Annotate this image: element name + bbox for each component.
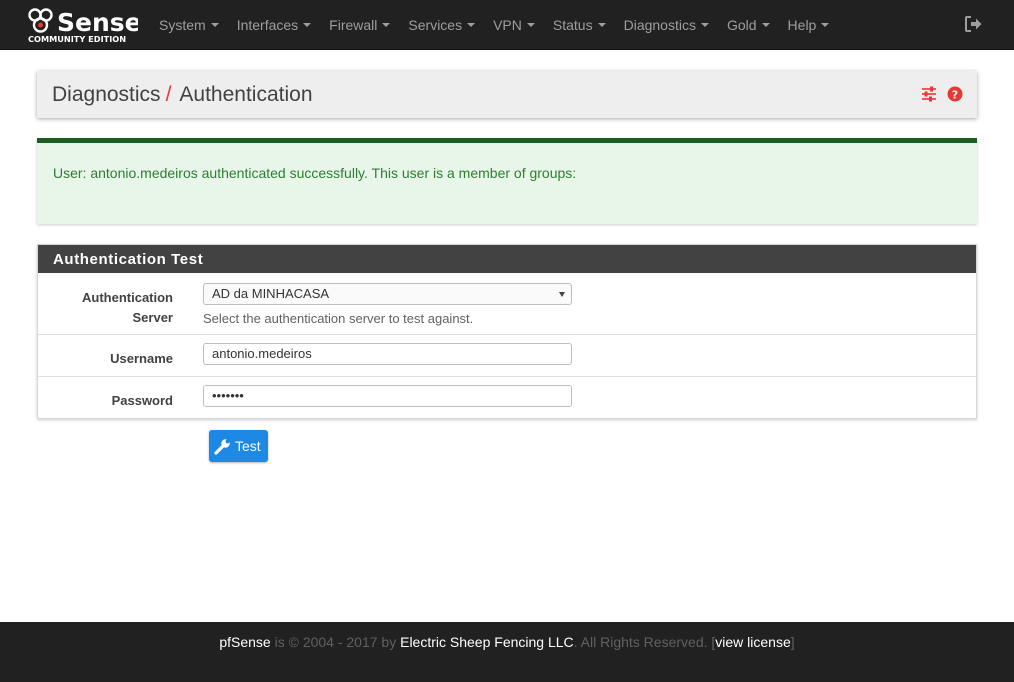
test-button[interactable]: Test: [209, 430, 268, 462]
alert-message: User: antonio.medeiros authenticated suc…: [53, 165, 577, 181]
menu-label: Gold: [726, 17, 757, 33]
caret-down-icon: [700, 23, 709, 27]
username-value: antonio.medeiros: [212, 346, 312, 361]
auth-server-select[interactable]: AD da MINHACASA: [203, 283, 572, 305]
menu-diagnostics[interactable]: Diagnostics: [615, 0, 718, 50]
footer: pfSense is © 2004 - 2017 by Electric She…: [0, 622, 1014, 682]
menu-vpn[interactable]: VPN: [484, 0, 544, 50]
svg-text:COMMUNITY EDITION: COMMUNITY EDITION: [28, 34, 126, 44]
test-button-label: Test: [235, 438, 261, 454]
panel-heading: Authentication Test: [38, 245, 976, 273]
menu-system[interactable]: System: [150, 0, 228, 50]
menu-label: Diagnostics: [623, 17, 696, 33]
password-input[interactable]: •••••••: [203, 385, 572, 407]
menu-label: Help: [787, 17, 817, 33]
breadcrumb: Diagnostics / Authentication: [52, 83, 313, 107]
menu-label: Status: [552, 17, 593, 33]
footer-close-bracket: ]: [790, 634, 795, 650]
svg-text:?: ?: [952, 88, 958, 101]
caret-down-icon: [597, 23, 606, 27]
auth-server-label-line1: Authentication: [82, 290, 173, 305]
caret-down-icon: [467, 23, 476, 27]
caret-down-icon: [526, 23, 535, 27]
menu-status[interactable]: Status: [544, 0, 615, 50]
username-label: Username: [110, 351, 173, 366]
question-circle-icon[interactable]: ?: [947, 86, 963, 102]
panel-title: Authentication Test: [53, 251, 204, 268]
auth-server-help: Select the authentication server to test…: [203, 311, 474, 326]
menu-label: Services: [408, 17, 463, 33]
dropdown-arrow-icon: [559, 292, 565, 297]
auth-server-label: Authentication Server: [82, 288, 173, 328]
footer-text: pfSense is © 2004 - 2017 by Electric She…: [0, 634, 1014, 650]
caret-down-icon: [210, 23, 219, 27]
caret-down-icon: [382, 23, 391, 27]
breadcrumb-panel: Diagnostics / Authentication ?: [37, 71, 977, 118]
sign-out-icon[interactable]: [964, 15, 984, 33]
menu-label: Interfaces: [236, 17, 299, 33]
menu-help[interactable]: Help: [779, 0, 839, 50]
pfsense-link[interactable]: pfSense: [219, 634, 270, 650]
password-label: Password: [111, 393, 173, 408]
footer-rights: . All Rights Reserved. [: [573, 634, 716, 650]
menu-label: System: [159, 17, 206, 33]
menu-gold[interactable]: Gold: [718, 0, 779, 50]
breadcrumb-actions: ?: [921, 86, 963, 102]
menu-label: VPN: [493, 17, 522, 33]
company-link[interactable]: Electric Sheep Fencing LLC: [400, 634, 574, 650]
main-menu: System Interfaces Firewall Services VPN …: [150, 0, 838, 50]
view-license-link[interactable]: view license: [715, 634, 790, 650]
breadcrumb-current: Authentication: [179, 83, 313, 106]
auth-server-row: Authentication Server AD da MINHACASA Se…: [38, 273, 976, 335]
wrench-icon: [214, 438, 231, 455]
menu-firewall[interactable]: Firewall: [320, 0, 399, 50]
caret-down-icon: [761, 23, 770, 27]
top-navbar: Sense COMMUNITY EDITION System Interface…: [0, 0, 1014, 50]
auth-server-value: AD da MINHACASA: [212, 286, 330, 301]
menu-interfaces[interactable]: Interfaces: [228, 0, 320, 50]
username-input[interactable]: antonio.medeiros: [203, 343, 572, 365]
success-alert: User: antonio.medeiros authenticated suc…: [37, 138, 977, 224]
pfsense-logo[interactable]: Sense COMMUNITY EDITION: [26, 6, 142, 44]
pfsense-logo-graphic: Sense COMMUNITY EDITION: [28, 8, 142, 44]
breadcrumb-separator: /: [165, 83, 172, 106]
caret-down-icon: [303, 23, 312, 27]
footer-copyright: is © 2004 - 2017 by: [270, 634, 401, 650]
password-value: •••••••: [212, 388, 244, 403]
authentication-test-panel: Authentication Test Authentication Serve…: [37, 244, 977, 419]
menu-services[interactable]: Services: [399, 0, 484, 50]
menu-label: Firewall: [329, 17, 378, 33]
auth-server-label-line2: Server: [132, 310, 173, 325]
sliders-icon[interactable]: [921, 86, 937, 102]
username-row: Username antonio.medeiros: [38, 335, 976, 377]
caret-down-icon: [821, 23, 830, 27]
svg-text:Sense: Sense: [57, 8, 138, 37]
password-row: Password •••••••: [38, 377, 976, 419]
breadcrumb-diagnostics-link[interactable]: Diagnostics: [52, 83, 161, 106]
